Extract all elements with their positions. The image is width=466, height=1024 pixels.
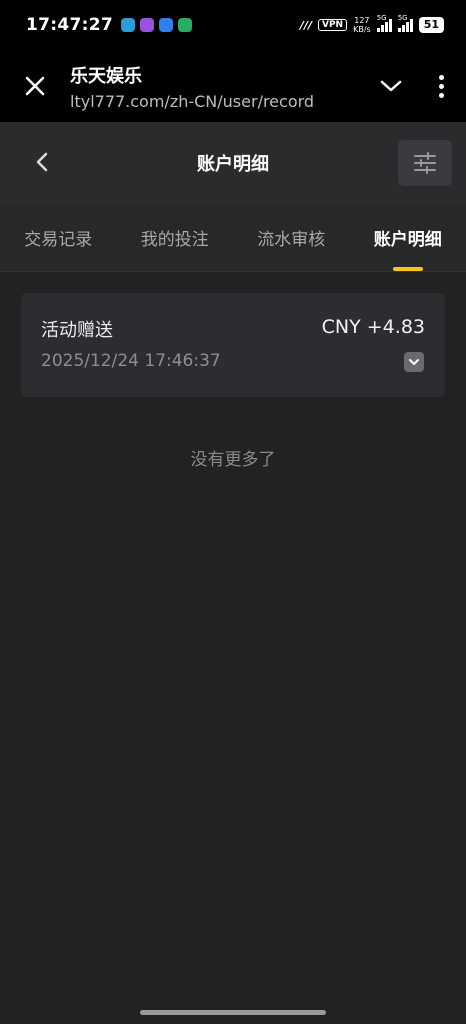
dot-icon	[438, 92, 444, 98]
wechat-icon	[177, 18, 192, 32]
tab-transactions[interactable]: 交易记录	[0, 204, 117, 271]
home-indicator[interactable]	[140, 1010, 326, 1015]
data-saver-icon: ///	[299, 18, 312, 32]
speed-unit: KB/s	[353, 25, 371, 34]
tab-my-bets[interactable]: 我的投注	[117, 204, 234, 271]
network-type-1: 5G	[376, 14, 387, 22]
network-type-2: 5G	[397, 14, 408, 22]
status-indicators: /// VPN 127 KB/s 5G 5G 51	[299, 14, 444, 34]
sliders-icon	[414, 152, 436, 174]
vpn-badge: VPN	[317, 19, 348, 31]
signal-icon-2: 5G	[397, 14, 413, 32]
tab-turnover-review[interactable]: 流水审核	[233, 204, 350, 271]
speed-value: 127	[354, 16, 370, 25]
chevron-down-icon	[380, 80, 402, 92]
message-notification-icon	[158, 18, 173, 32]
browser-title-area: 乐天娱乐 ltyl777.com/zh-CN/user/record	[70, 62, 366, 111]
page-title: 账户明细	[197, 154, 269, 175]
chevron-left-icon	[36, 152, 48, 172]
dot-icon	[438, 74, 444, 80]
battery-icon: 51	[418, 17, 444, 33]
filter-button[interactable]	[398, 140, 452, 186]
network-speed: 127 KB/s	[353, 16, 371, 34]
dot-icon	[438, 83, 444, 89]
record-amount: CNY +4.83	[321, 316, 425, 338]
status-time: 17:47:27	[26, 15, 113, 35]
browser-url[interactable]: ltyl777.com/zh-CN/user/record	[70, 92, 366, 111]
record-expand-button[interactable]	[404, 352, 424, 372]
close-icon	[25, 76, 45, 96]
close-button[interactable]	[0, 50, 70, 122]
tab-bar: 交易记录 我的投注 流水审核 账户明细	[0, 204, 466, 272]
browser-title: 乐天娱乐	[70, 65, 142, 87]
expand-button[interactable]	[366, 50, 416, 122]
app-notification-icon	[139, 18, 154, 32]
record-card[interactable]: 活动赠送 CNY +4.83 2025/12/24 17:46:37	[21, 293, 445, 397]
list-end-text: 没有更多了	[190, 450, 276, 470]
back-button[interactable]	[24, 144, 60, 180]
telegram-icon	[120, 18, 135, 32]
page-header: 账户明细	[0, 122, 466, 204]
tab-account-details[interactable]: 账户明细	[350, 204, 466, 271]
chevron-down-icon	[409, 359, 419, 365]
record-time: 2025/12/24 17:46:37	[41, 351, 221, 371]
record-type: 活动赠送	[41, 320, 113, 341]
signal-icon: 5G	[376, 14, 392, 32]
notification-icons	[120, 18, 192, 32]
more-menu-button[interactable]	[416, 50, 466, 122]
status-bar: 17:47:27 /// VPN 127 KB/s 5G 5G 51	[0, 0, 466, 50]
browser-bar: 乐天娱乐 ltyl777.com/zh-CN/user/record	[0, 50, 466, 122]
